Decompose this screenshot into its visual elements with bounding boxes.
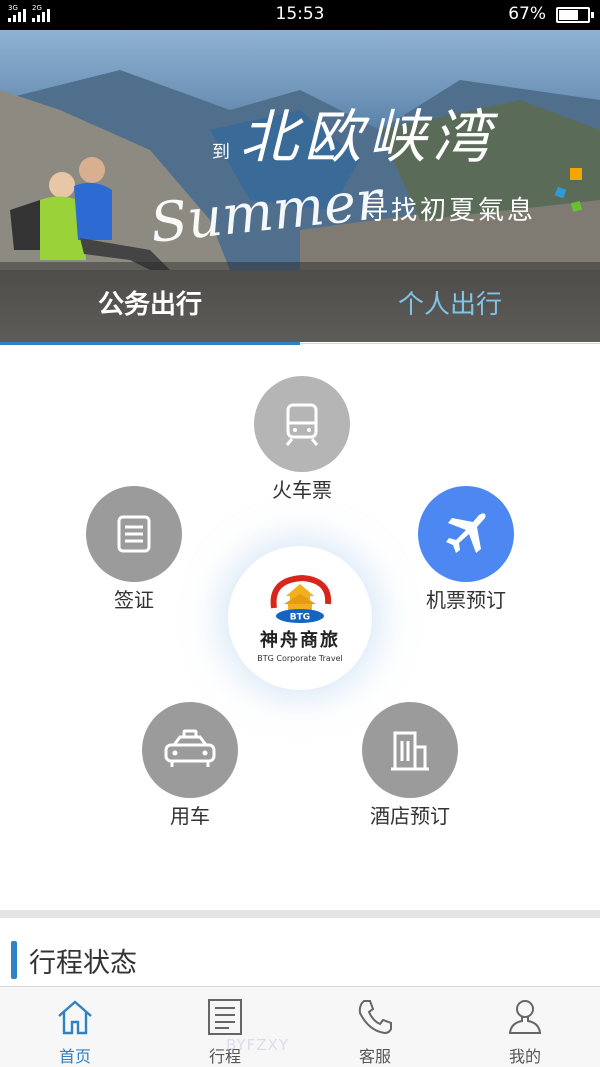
hotel-booking-button[interactable]: 酒店预订 <box>340 702 480 829</box>
status-bar: 3G 2G 15:53 67% <box>0 0 600 30</box>
visa-label: 签证 <box>114 588 154 612</box>
btg-logo: BTG 神舟商旅 BTG Corporate Travel <box>228 546 372 690</box>
tab-personal-travel[interactable]: 个人出行 <box>300 262 600 342</box>
banner-title: 北欧峡湾 <box>240 103 497 171</box>
btg-temple-logo-icon: BTG <box>270 574 332 623</box>
flight-booking-button[interactable]: 机票预订 <box>396 486 536 613</box>
nav-customer-service-label: 客服 <box>358 1047 391 1066</box>
battery-icon <box>556 7 594 23</box>
nav-home-label: 首页 <box>58 1047 91 1066</box>
train-ticket-label: 火车票 <box>272 478 332 502</box>
nav-customer-service[interactable]: 客服 <box>300 987 450 1067</box>
phone-icon <box>353 995 397 1039</box>
visa-button[interactable]: 签证 <box>64 486 204 613</box>
section-accent-bar <box>11 941 17 979</box>
travel-type-tabs: 公务出行 个人出行 <box>0 262 600 342</box>
bottom-navigation: 首页 行程 客服 我的 <box>0 986 600 1067</box>
logo-name: 神舟商旅 <box>260 629 340 651</box>
banner-subtitle: 寻找初夏氣息 <box>362 196 537 226</box>
nav-itinerary[interactable]: 行程 <box>150 987 300 1067</box>
logo-badge-text: BTG <box>290 612 310 622</box>
nav-home[interactable]: 首页 <box>0 987 150 1067</box>
car-service-button[interactable]: 用车 <box>120 702 260 829</box>
airplane-icon <box>418 486 514 582</box>
active-tab-indicator <box>0 342 300 345</box>
banner-prefix: 到 <box>212 142 230 163</box>
car-icon <box>142 702 238 798</box>
train-ticket-button[interactable]: 火车票 <box>232 376 372 503</box>
decor-square-orange <box>570 168 582 180</box>
document-icon <box>86 486 182 582</box>
battery-percent: 67% <box>508 4 546 24</box>
user-icon <box>503 995 547 1039</box>
section-divider <box>0 910 600 918</box>
nav-profile-label: 我的 <box>508 1047 541 1066</box>
itinerary-icon <box>203 995 247 1039</box>
car-service-label: 用车 <box>170 804 210 828</box>
nav-profile[interactable]: 我的 <box>450 987 600 1067</box>
train-icon <box>254 376 350 472</box>
tab-business-travel[interactable]: 公务出行 <box>0 262 300 342</box>
promo-banner[interactable]: 到 北欧峡湾 Summer 寻找初夏氣息 公务出行 个人出行 <box>0 30 600 342</box>
section-title: 行程状态 <box>29 947 137 979</box>
battery-fill <box>559 10 578 20</box>
home-icon <box>53 995 97 1039</box>
flight-booking-label: 机票预订 <box>426 588 506 612</box>
hotel-booking-label: 酒店预订 <box>370 804 450 828</box>
nav-itinerary-label: 行程 <box>208 1047 241 1066</box>
building-icon <box>362 702 458 798</box>
logo-english-name: BTG Corporate Travel <box>257 653 343 663</box>
itinerary-status-header: 行程状态 <box>0 940 137 980</box>
